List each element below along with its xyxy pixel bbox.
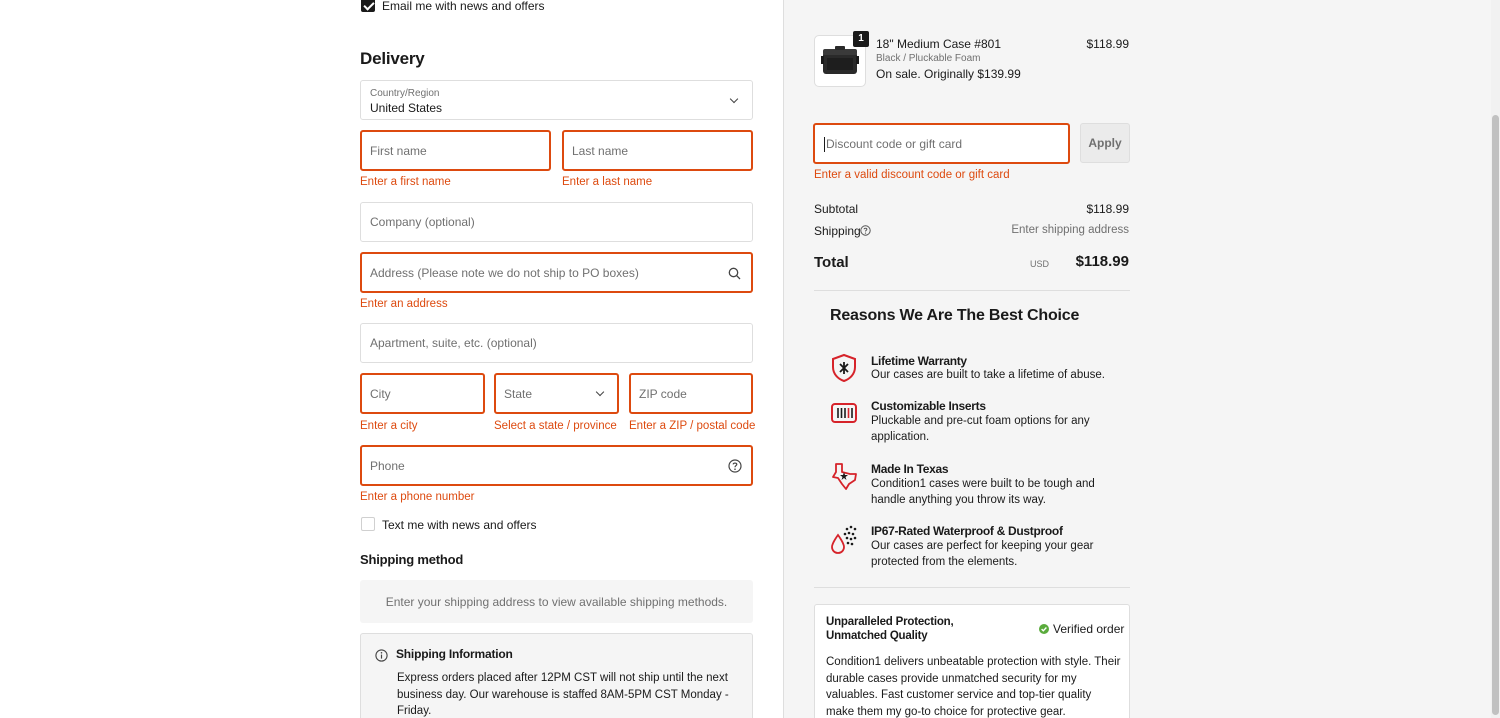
- reason-title: Lifetime Warranty: [871, 354, 967, 368]
- email-opt-in-label: Email me with news and offers: [382, 0, 545, 13]
- delivery-heading: Delivery: [360, 49, 425, 68]
- total-value: $118.99: [1075, 253, 1129, 270]
- apartment-placeholder: Apartment, suite, etc. (optional): [370, 336, 537, 350]
- scrollbar-thumb[interactable]: [1492, 115, 1499, 715]
- total-currency: USD: [1029, 259, 1049, 269]
- reason-title: IP67-Rated Waterproof & Dustproof: [871, 524, 1063, 538]
- reason-desc: Pluckable and pre-cut foam options for a…: [871, 415, 1090, 443]
- last-name-error: Enter a last name: [562, 176, 653, 188]
- text-cursor: [824, 137, 825, 152]
- reason-desc: Our cases are perfect for keeping your g…: [871, 540, 1094, 568]
- shipping-method-heading: Shipping method: [360, 552, 464, 567]
- review-title: Unparalleled Protection, Unmatched Quali…: [826, 616, 954, 642]
- zip-placeholder: ZIP code: [639, 386, 687, 401]
- order-summary-panel: 1 18" Medium Case #801 Black / Pluckable…: [783, 0, 1491, 718]
- help-icon[interactable]: [728, 459, 742, 473]
- phone-placeholder: Phone: [370, 458, 405, 473]
- shield-icon: [832, 353, 856, 383]
- city-field[interactable]: City: [360, 373, 485, 414]
- shipping-info-box: Shipping Information Express orders plac…: [360, 633, 753, 718]
- state-select[interactable]: State: [494, 373, 619, 414]
- zip-field[interactable]: ZIP code: [629, 373, 753, 414]
- scrollbar[interactable]: [1491, 0, 1500, 718]
- shipping-label: Shipping: [814, 224, 861, 238]
- search-icon: [728, 267, 741, 280]
- apply-discount-button[interactable]: Apply: [1080, 123, 1130, 163]
- country-select[interactable]: Country/Region United States: [360, 80, 753, 120]
- product-name: 18" Medium Case #801: [876, 37, 1001, 51]
- foam-insert-icon: [831, 403, 857, 423]
- last-name-field[interactable]: Last name: [562, 130, 753, 171]
- waterproof-icon: [831, 525, 857, 554]
- quantity-badge: 1: [853, 31, 869, 47]
- review-body: Condition1 delivers unbeatable protectio…: [826, 656, 1121, 718]
- email-opt-in-checkbox[interactable]: [361, 0, 375, 12]
- zip-error: Enter a ZIP / postal code: [629, 420, 756, 432]
- review-card: Unparalleled Protection, Unmatched Quali…: [814, 604, 1130, 718]
- address-field[interactable]: Address (Please note we do not ship to P…: [360, 252, 753, 293]
- product-price: $118.99: [1086, 37, 1130, 51]
- country-label: Country/Region: [370, 88, 440, 99]
- texas-icon: [832, 463, 857, 490]
- discount-placeholder: Discount code or gift card: [826, 136, 963, 151]
- shipping-info-line: Express orders placed after 12PM CST wil…: [397, 672, 728, 684]
- chevron-down-icon: [729, 94, 739, 104]
- country-value: United States: [370, 101, 443, 115]
- chevron-down-icon: [595, 387, 605, 397]
- shipping-info-text: Express orders placed after 12PM CST wil…: [397, 670, 729, 718]
- product-variant: Black / Pluckable Foam: [876, 53, 981, 64]
- phone-error: Enter a phone number: [360, 491, 475, 503]
- shipping-info-title: Shipping Information: [396, 647, 513, 661]
- address-placeholder: Address (Please note we do not ship to P…: [370, 265, 639, 280]
- sms-opt-in-checkbox[interactable]: [361, 517, 375, 531]
- discount-code-field[interactable]: Discount code or gift card: [813, 123, 1070, 164]
- state-placeholder: State: [504, 386, 533, 401]
- reasons-heading: Reasons We Are The Best Choice: [830, 307, 1080, 324]
- discount-error: Enter a valid discount code or gift card: [814, 169, 1010, 181]
- state-error: Select a state / province: [494, 420, 617, 432]
- company-placeholder: Company (optional): [370, 215, 475, 229]
- total-label: Total: [814, 254, 849, 271]
- first-name-placeholder: First name: [370, 143, 427, 158]
- company-field[interactable]: Company (optional): [360, 202, 753, 242]
- help-icon[interactable]: [860, 225, 871, 236]
- checkout-form-panel: Email me with news and offers Delivery C…: [0, 0, 783, 718]
- divider: [814, 290, 1130, 291]
- subtotal-label: Subtotal: [814, 202, 859, 216]
- shipping-methods-empty-text: Enter your shipping address to view avai…: [385, 595, 728, 609]
- shipping-value: Enter shipping address: [1011, 224, 1129, 236]
- address-error: Enter an address: [360, 298, 448, 310]
- last-name-placeholder: Last name: [572, 143, 629, 158]
- city-placeholder: City: [370, 386, 391, 401]
- sms-opt-in-label: Text me with news and offers: [382, 518, 537, 532]
- verified-label: Verified order: [1053, 622, 1125, 636]
- first-name-error: Enter a first name: [360, 176, 451, 188]
- divider: [814, 587, 1130, 588]
- info-icon: [375, 649, 388, 662]
- phone-field[interactable]: Phone: [360, 445, 753, 486]
- apartment-field[interactable]: Apartment, suite, etc. (optional): [360, 323, 753, 363]
- reason-title: Customizable Inserts: [871, 399, 986, 413]
- verified-check-icon: [1039, 624, 1049, 634]
- reason-desc: Our cases are built to take a lifetime o…: [871, 369, 1105, 381]
- first-name-field[interactable]: First name: [360, 130, 551, 171]
- city-error: Enter a city: [360, 420, 418, 432]
- subtotal-value: $118.99: [1086, 202, 1130, 216]
- shipping-methods-empty: Enter your shipping address to view avai…: [360, 580, 753, 623]
- shipping-info-line: Friday.: [397, 705, 432, 717]
- product-sale-note: On sale. Originally $139.99: [876, 67, 1021, 81]
- shipping-info-line: business day. Our warehouse is staffed 8…: [397, 688, 729, 701]
- reason-desc: Condition1 cases were built to be tough …: [871, 478, 1095, 506]
- reason-title: Made In Texas: [871, 462, 949, 476]
